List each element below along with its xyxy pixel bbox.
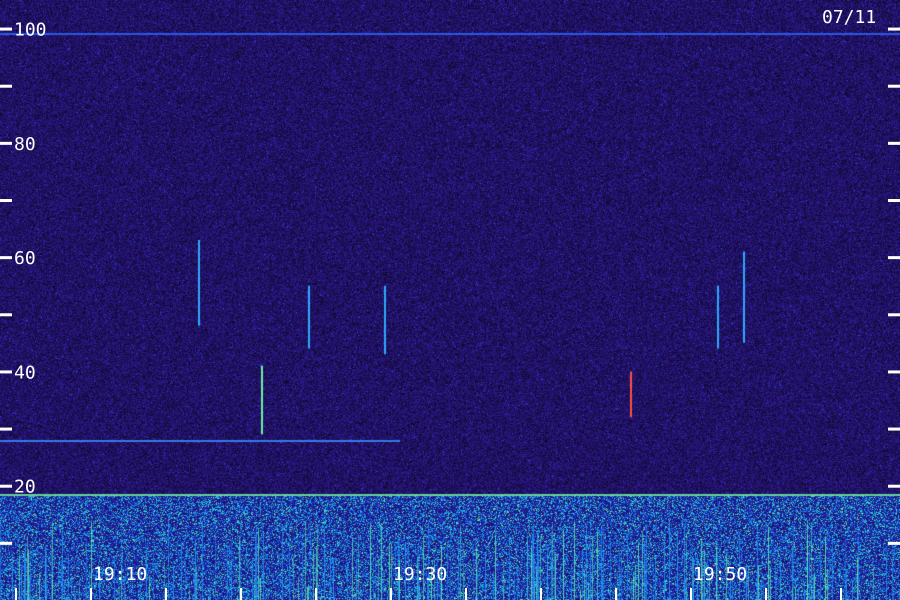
y-tick-label: 60 [14, 248, 36, 269]
axis-overlay: 07/11 100 80 60 40 20 19:10 19:30 19:50 [0, 7, 900, 600]
x-tick [840, 588, 842, 600]
x-tick-label: 19:50 [693, 564, 747, 585]
y-major-tick [0, 370, 12, 374]
y-minor-tick [888, 199, 900, 202]
x-tick [690, 588, 692, 600]
y-minor-tick [888, 313, 900, 317]
y-tick-label: 80 [14, 134, 36, 155]
x-axis-ticks: 19:10 19:30 19:50 [15, 564, 842, 600]
y-major-tick [0, 141, 12, 145]
x-tick [240, 588, 242, 600]
y-axis-ticks: 100 80 60 40 20 [0, 20, 900, 545]
y-minor-tick [888, 427, 900, 431]
date-label: 07/11 [822, 7, 876, 28]
x-tick [315, 588, 317, 600]
y-major-tick [888, 484, 900, 488]
x-tick-label: 19:10 [93, 564, 147, 585]
y-tick-label: 20 [14, 477, 36, 498]
x-tick [390, 588, 392, 600]
x-tick [90, 588, 92, 600]
x-tick [615, 588, 617, 600]
y-major-tick [888, 141, 900, 145]
x-tick [540, 588, 542, 600]
y-major-tick [888, 256, 900, 260]
y-major-tick [888, 370, 900, 374]
y-minor-tick [888, 541, 900, 545]
y-major-tick [0, 27, 12, 31]
y-minor-tick [0, 313, 12, 317]
x-tick [465, 588, 467, 600]
y-major-tick [0, 256, 12, 260]
y-tick-label: 100 [14, 20, 47, 41]
x-tick-label: 19:30 [393, 564, 447, 585]
y-minor-tick [888, 84, 900, 88]
y-minor-tick [0, 199, 12, 202]
x-tick [15, 588, 17, 600]
y-tick-label: 40 [14, 362, 36, 383]
x-tick [765, 588, 767, 600]
y-minor-tick [0, 541, 12, 545]
y-major-tick [0, 484, 12, 488]
x-tick [165, 588, 167, 600]
y-minor-tick [0, 427, 12, 431]
y-minor-tick [0, 84, 12, 88]
y-major-tick [888, 27, 900, 31]
